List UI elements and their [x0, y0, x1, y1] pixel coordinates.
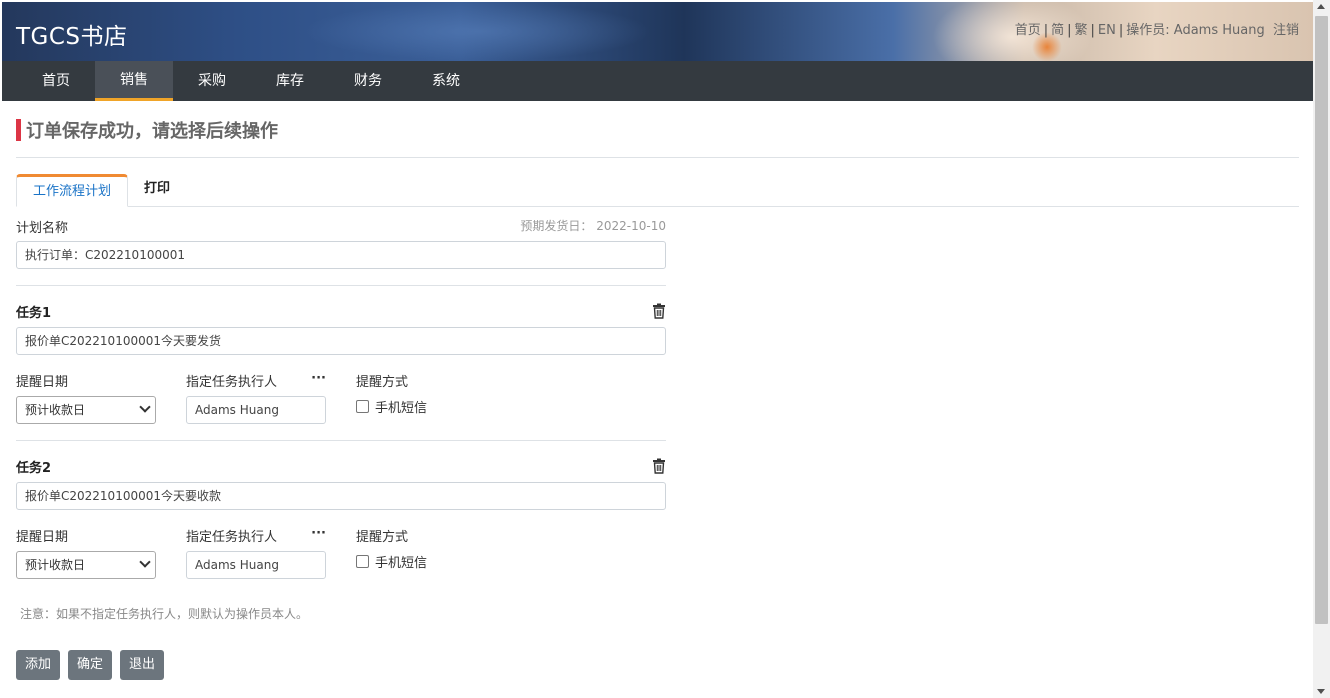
nav-item-sales[interactable]: 销售 — [95, 61, 173, 101]
tab-bar: 工作流程计划 打印 — [16, 174, 1299, 207]
assignee-field: 指定任务执行人 ··· Adams Huang — [186, 371, 356, 424]
tab-workflow-plan[interactable]: 工作流程计划 — [16, 174, 129, 207]
ship-date: 预期发货日： 2022-10-10 — [520, 217, 666, 233]
main-content: 订单保存成功，请选择后续操作 工作流程计划 打印 计划名称 预期发货日： 202… — [2, 118, 1313, 680]
nav-item-inventory[interactable]: 库存 — [251, 61, 329, 101]
reminder-method-field: 提醒方式 手机短信 — [356, 371, 526, 424]
divider — [16, 285, 666, 286]
trash-icon[interactable] — [652, 303, 666, 319]
assignee-field: 指定任务执行人 ··· Adams Huang — [186, 526, 356, 579]
sms-option[interactable]: 手机短信 — [356, 397, 526, 416]
operator-label: 操作员: — [1126, 23, 1170, 38]
brand-logo[interactable]: TGCS书店 — [16, 17, 128, 51]
nav-item-system[interactable]: 系统 — [407, 61, 485, 101]
nav-item-finance[interactable]: 财务 — [329, 61, 407, 101]
page-title: 订单保存成功，请选择后续操作 — [16, 118, 1299, 142]
reminder-date-field: 提醒日期 预计收款日 — [16, 526, 186, 579]
assignee-input[interactable]: Adams Huang — [186, 396, 326, 424]
page-title-text: 订单保存成功，请选择后续操作 — [26, 121, 278, 142]
trash-icon[interactable] — [652, 458, 666, 474]
task-header: 任务1 — [16, 302, 666, 321]
chevron-down-icon — [139, 401, 151, 413]
task-title: 任务1 — [16, 305, 52, 321]
task-description-input[interactable]: 报价单C202210100001今天要收款 — [16, 482, 666, 510]
header-banner: TGCS书店 首页 | 简 | 繁 | EN | 操作员: Adams Huang 注销 — [2, 2, 1313, 61]
workflow-form: 计划名称 预期发货日： 2022-10-10 执行订单：C20221010000… — [16, 217, 666, 680]
ship-date-value: 2022-10-10 — [596, 219, 666, 233]
nav-item-home[interactable]: 首页 — [17, 61, 95, 101]
banner-decoration — [302, 2, 652, 61]
task-fields: 提醒日期 预计收款日 指定任务执行人 ··· Adams Huang 提醒方式 手… — [16, 526, 666, 579]
top-links: 首页 | 简 | 繁 | EN | 操作员: Adams Huang 注销 — [1014, 23, 1299, 38]
assignee-note: 注意：如果不指定任务执行人，则默认为操作员本人。 — [20, 607, 309, 621]
sms-option[interactable]: 手机短信 — [356, 552, 526, 571]
reminder-date-select[interactable]: 预计收款日 — [16, 551, 156, 579]
sms-label: 手机短信 — [375, 556, 428, 571]
reminder-method-label: 提醒方式 — [356, 375, 409, 390]
sms-checkbox[interactable] — [356, 400, 369, 413]
task-description-input[interactable]: 报价单C202210100001今天要发货 — [16, 327, 666, 355]
link-simplified[interactable]: 简 — [1051, 23, 1064, 38]
reminder-method-field: 提醒方式 手机短信 — [356, 526, 526, 579]
task-header: 任务2 — [16, 457, 666, 476]
reminder-method-label: 提醒方式 — [356, 530, 409, 545]
link-english[interactable]: EN — [1098, 23, 1116, 38]
assignee-label: 指定任务执行人 ··· — [186, 371, 326, 390]
reminder-date-value: 预计收款日 — [25, 403, 86, 417]
action-buttons: 添加 确定 退出 — [16, 650, 666, 680]
vertical-scrollbar[interactable] — [1313, 0, 1330, 698]
confirm-button[interactable]: 确定 — [68, 650, 113, 680]
sms-checkbox[interactable] — [356, 555, 369, 568]
main-nav: 首页 销售 采购 库存 财务 系统 — [2, 61, 1313, 101]
exit-button[interactable]: 退出 — [120, 650, 165, 680]
add-button[interactable]: 添加 — [16, 650, 61, 680]
task-title: 任务2 — [16, 460, 52, 476]
scrollbar-thumb[interactable] — [1315, 16, 1328, 624]
link-traditional[interactable]: 繁 — [1075, 23, 1088, 38]
sms-label: 手机短信 — [375, 401, 428, 416]
reminder-date-label: 提醒日期 — [16, 375, 69, 390]
divider — [16, 440, 666, 441]
task-fields: 提醒日期 预计收款日 指定任务执行人 ··· Adams Huang 提醒方式 手… — [16, 371, 666, 424]
reminder-date-label: 提醒日期 — [16, 530, 69, 545]
nav-item-purchase[interactable]: 采购 — [173, 61, 251, 101]
tab-print[interactable]: 打印 — [128, 174, 186, 207]
reminder-date-select[interactable]: 预计收款日 — [16, 396, 156, 424]
page: TGCS书店 首页 | 简 | 繁 | EN | 操作员: Adams Huang 注销 首页 … — [2, 2, 1313, 698]
title-accent-bar — [16, 119, 21, 141]
assignee-input[interactable]: Adams Huang — [186, 551, 326, 579]
scroll-down-icon[interactable] — [1317, 689, 1325, 694]
more-options-icon[interactable]: ··· — [311, 371, 326, 387]
plan-header: 计划名称 预期发货日： 2022-10-10 — [16, 217, 666, 236]
divider — [16, 157, 1299, 158]
more-options-icon[interactable]: ··· — [311, 526, 326, 542]
plan-name-input[interactable]: 执行订单：C202210100001 — [16, 241, 666, 269]
plan-name-label: 计划名称 — [16, 221, 69, 236]
link-home[interactable]: 首页 — [1015, 23, 1041, 38]
reminder-date-value: 预计收款日 — [25, 558, 86, 572]
chevron-down-icon — [139, 556, 151, 568]
operator-name: Adams Huang — [1173, 23, 1265, 38]
scroll-up-icon[interactable] — [1317, 4, 1325, 9]
ship-date-label: 预期发货日： — [520, 219, 593, 233]
link-logout[interactable]: 注销 — [1273, 23, 1299, 38]
assignee-label: 指定任务执行人 ··· — [186, 526, 326, 545]
reminder-date-field: 提醒日期 预计收款日 — [16, 371, 186, 424]
